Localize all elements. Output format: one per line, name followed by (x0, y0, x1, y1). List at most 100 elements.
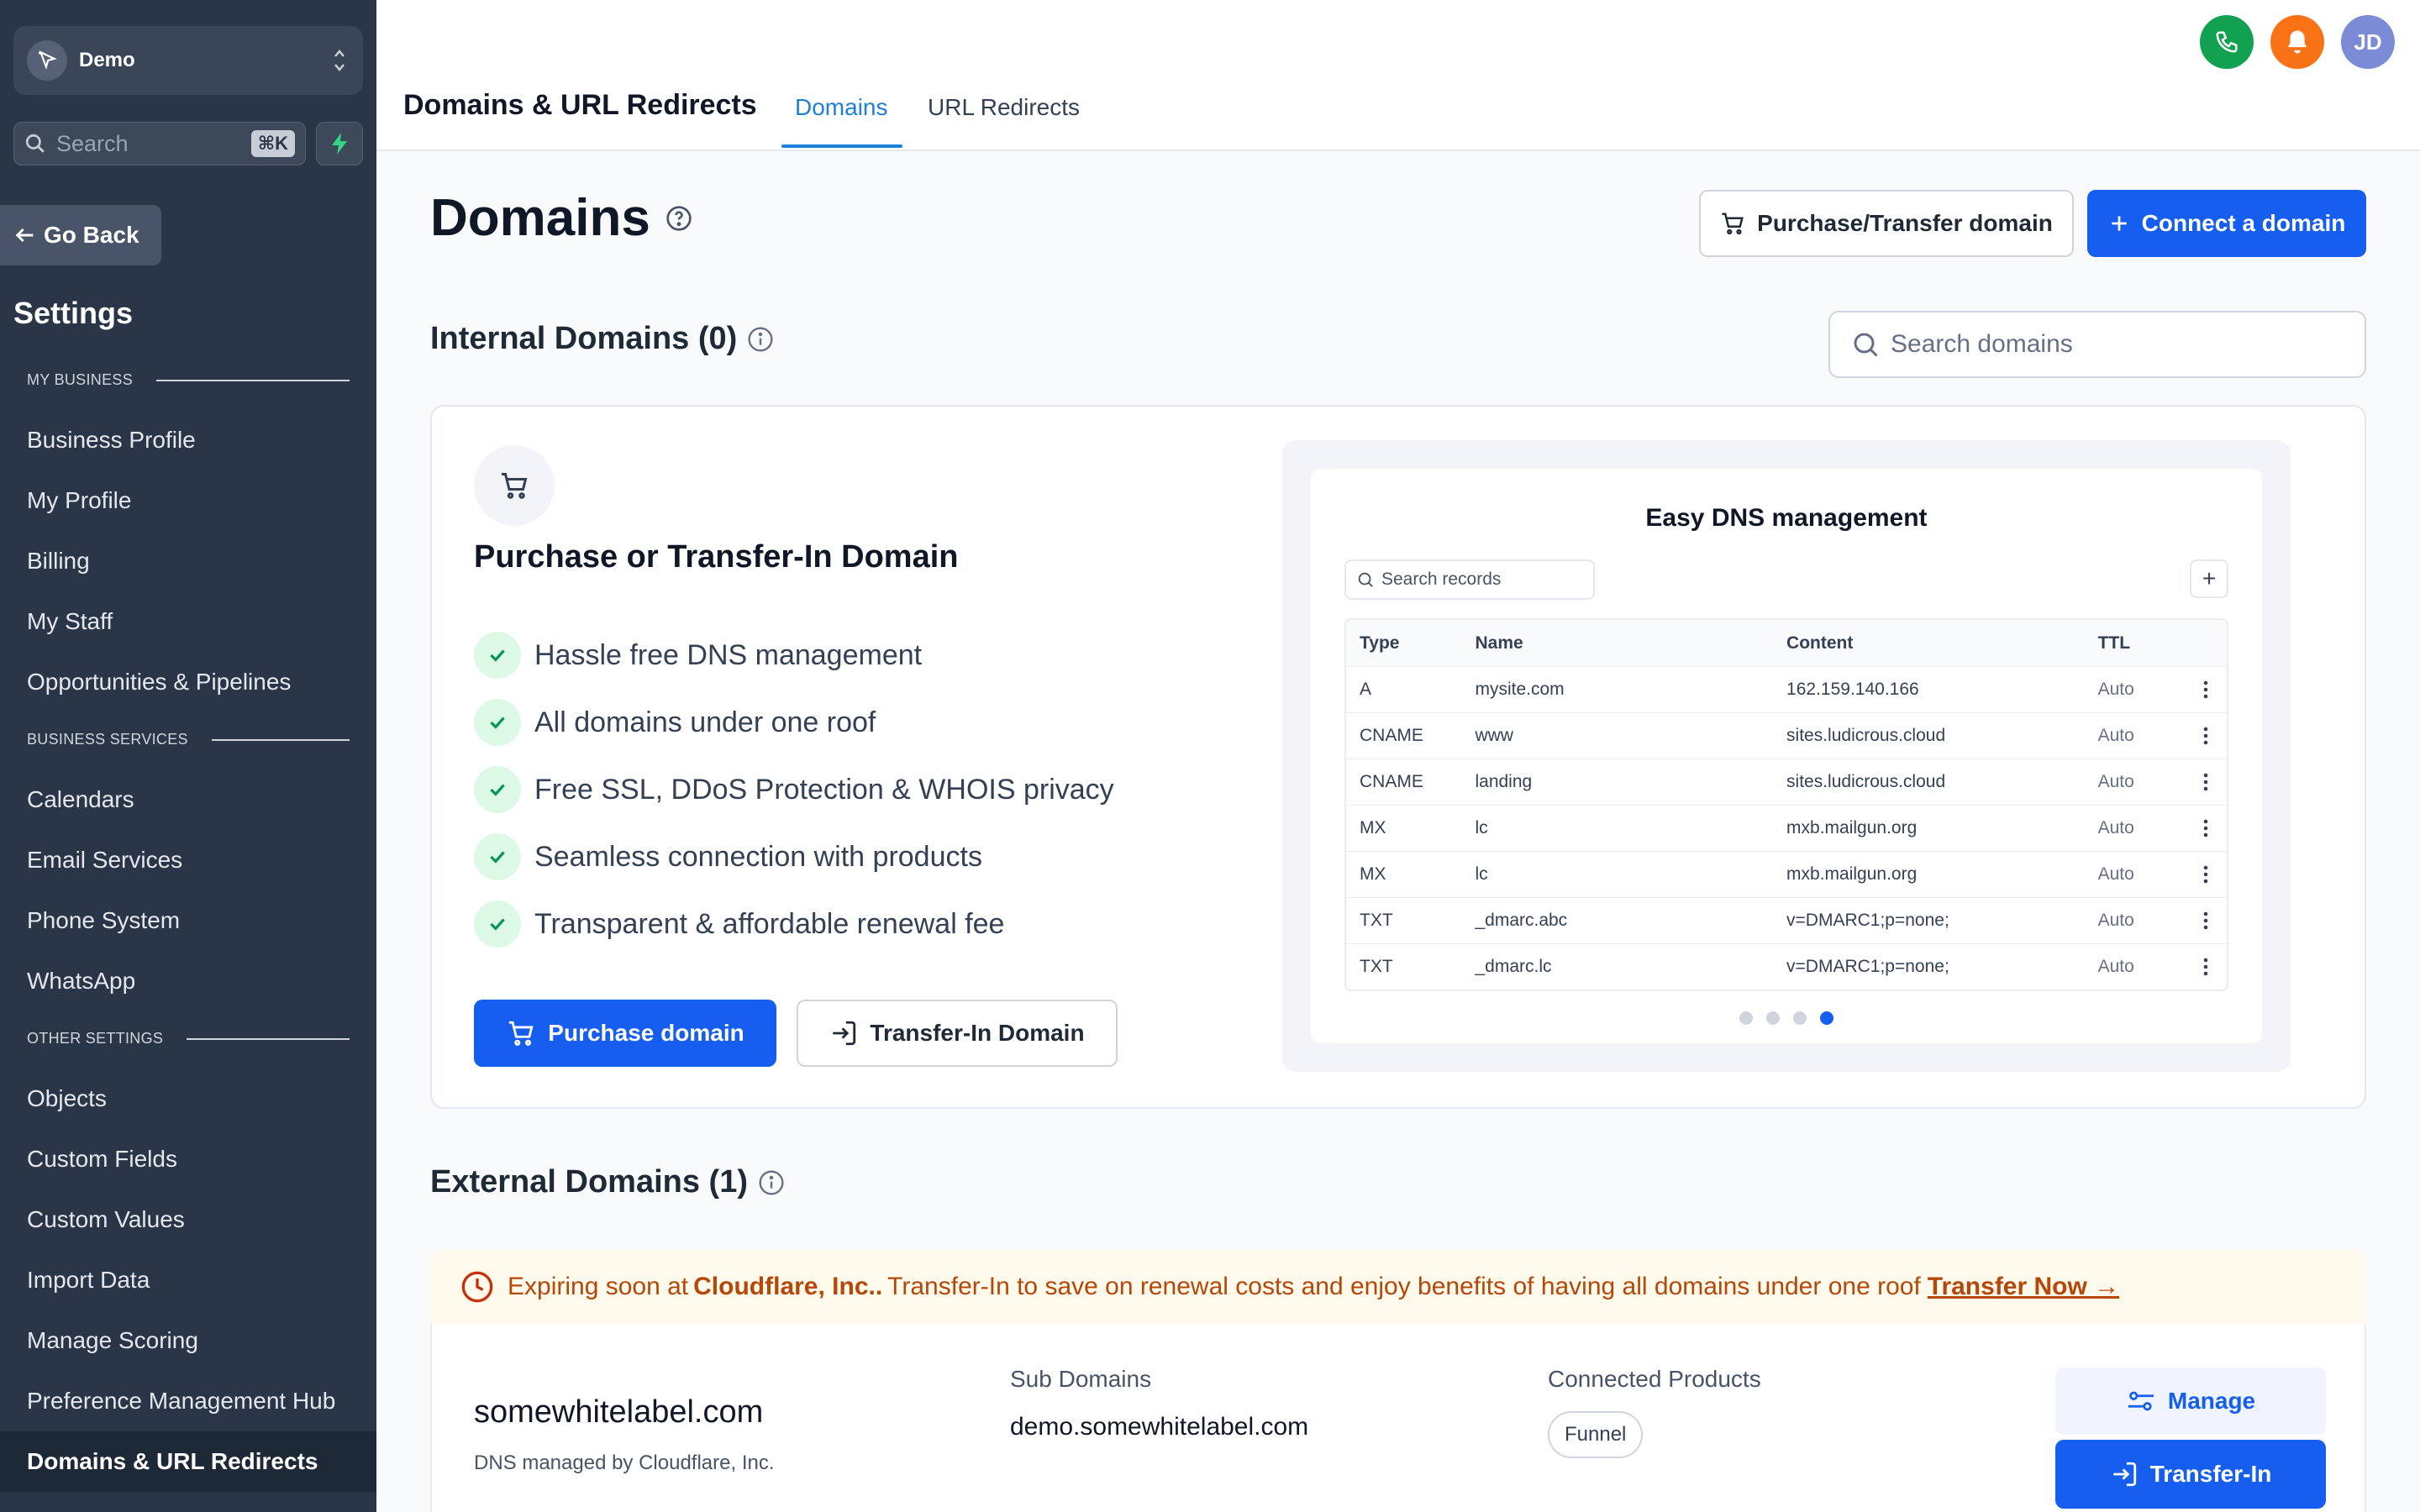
carousel-dot[interactable] (1793, 1011, 1807, 1025)
tab-url-redirects[interactable]: URL Redirects (928, 94, 1080, 121)
sidebar-item-business-profile[interactable]: Business Profile (0, 410, 376, 470)
sidebar-item-my-profile[interactable]: My Profile (0, 470, 376, 531)
search-shortcut-badge: ⌘K (250, 130, 295, 157)
sidebar-search-input[interactable]: Search ⌘K (13, 122, 306, 165)
feature-item: Hassle free DNS management (474, 632, 922, 679)
table-cell: CNAME (1360, 772, 1423, 791)
go-back-button[interactable]: Go Back (0, 205, 161, 265)
dns-preview-card: Easy DNS management Search records + Typ… (1311, 469, 2262, 1043)
promo-heading: Purchase or Transfer-In Domain (474, 539, 959, 575)
carousel-dots (1311, 1011, 2262, 1025)
location-switcher[interactable]: Demo (13, 26, 363, 95)
external-domains-label: External Domains (1) (430, 1164, 748, 1200)
table-row: TXT _dmarc.lc v=DMARC1;p=none; Auto (1346, 943, 2227, 990)
location-cursor-icon (27, 40, 67, 81)
sidebar-item-custom-values[interactable]: Custom Values (0, 1189, 376, 1250)
cart-icon (1722, 213, 1744, 235)
more-vertical-icon (2185, 772, 2227, 792)
purchase-transfer-domain-button[interactable]: Purchase/Transfer domain (1699, 190, 2074, 257)
help-icon[interactable] (666, 205, 692, 232)
table-cell: sites.ludicrous.cloud (1786, 726, 1946, 745)
search-domains-input[interactable]: Search domains (1828, 311, 2366, 378)
cart-icon (474, 445, 555, 526)
table-cell: mxb.mailgun.org (1786, 864, 1918, 884)
search-icon (1854, 333, 1878, 357)
table-cell: MX (1360, 864, 1386, 884)
connect-domain-label: Connect a domain (2141, 210, 2346, 236)
page-header-title: Domains & URL Redirects (403, 89, 757, 121)
external-domain-row: somewhitelabel.com DNS managed by Cloudf… (430, 1324, 2366, 1512)
sidebar-item-opportunities[interactable]: Opportunities & Pipelines (0, 652, 376, 712)
login-arrow-icon (833, 1021, 856, 1046)
notifications-button[interactable] (2270, 15, 2324, 69)
table-header-row: Type Name Content TTL (1346, 620, 2227, 666)
page-title: Domains (430, 188, 692, 248)
carousel-dot[interactable] (1739, 1011, 1753, 1025)
check-icon (474, 766, 521, 813)
info-icon[interactable] (758, 1169, 785, 1196)
sidebar-item-manage-scoring[interactable]: Manage Scoring (0, 1310, 376, 1371)
login-arrow-icon (2112, 1462, 2136, 1487)
table-row: MX lc mxb.mailgun.org Auto (1346, 851, 2227, 897)
table-cell: sites.ludicrous.cloud (1786, 772, 1946, 791)
sidebar-item-domains[interactable]: Domains & URL Redirects (0, 1431, 376, 1492)
feature-text: Hassle free DNS management (534, 638, 923, 671)
table-cell: Auto (2097, 772, 2134, 791)
feature-item: Seamless connection with products (474, 833, 982, 880)
column-header: Type (1360, 633, 1400, 653)
transfer-in-button[interactable]: Transfer-In (2055, 1440, 2326, 1509)
sub-domain-value: demo.somewhitelabel.com (1010, 1413, 1309, 1441)
table-cell: lc (1475, 864, 1488, 884)
feature-item: Transparent & affordable renewal fee (474, 900, 1004, 948)
purchase-domain-button[interactable]: Purchase domain (474, 1000, 776, 1067)
sidebar-item-phone-system[interactable]: Phone System (0, 890, 376, 951)
manage-label: Manage (2167, 1388, 2256, 1414)
sidebar-item-objects[interactable]: Objects (0, 1068, 376, 1129)
table-row: MX lc mxb.mailgun.org Auto (1346, 805, 2227, 851)
check-icon (474, 833, 521, 880)
table-cell: v=DMARC1;p=none; (1786, 957, 1949, 976)
section-label: OTHER SETTINGS (27, 1030, 164, 1047)
column-header: TTL (2097, 633, 2131, 653)
more-vertical-icon (2185, 726, 2227, 746)
tab-domains[interactable]: Domains (795, 94, 887, 121)
column-header: Content (1786, 633, 1854, 653)
sidebar-item-import-data[interactable]: Import Data (0, 1250, 376, 1310)
sub-domains-label: Sub Domains (1010, 1366, 1152, 1392)
section-label: BUSINESS SERVICES (27, 731, 188, 748)
sidebar-item-custom-fields[interactable]: Custom Fields (0, 1129, 376, 1189)
table-cell: _dmarc.abc (1475, 911, 1568, 930)
sidebar-item-email-services[interactable]: Email Services (0, 830, 376, 890)
section-header-other-settings: OTHER SETTINGS (27, 1030, 350, 1047)
carousel-dot[interactable] (1766, 1011, 1780, 1025)
internal-domains-label: Internal Domains (0) (430, 321, 738, 356)
info-icon[interactable] (747, 326, 774, 353)
expiring-banner: Expiring soon at Cloudflare, Inc.. Trans… (430, 1250, 2366, 1324)
sidebar-item-my-staff[interactable]: My Staff (0, 591, 376, 652)
sidebar-item-preference-hub[interactable]: Preference Management Hub (0, 1371, 376, 1431)
plus-icon: + (2190, 559, 2228, 598)
external-domain-name: somewhitelabel.com (474, 1394, 764, 1430)
sidebar-item-whatsapp[interactable]: WhatsApp (0, 951, 376, 1011)
transfer-now-link[interactable]: Transfer Now → (1928, 1273, 2119, 1301)
column-header: Name (1475, 633, 1523, 653)
dns-preview-carousel: Easy DNS management Search records + Typ… (1282, 440, 2291, 1072)
dns-records-table: Type Name Content TTL Amysite.com 162.159… (1344, 618, 2228, 991)
phone-button[interactable] (2200, 15, 2254, 69)
table-cell: Auto (2097, 818, 2134, 837)
quick-actions-button[interactable] (316, 122, 363, 165)
table-cell: Auto (2097, 680, 2134, 699)
check-icon (474, 900, 521, 948)
transfer-in-domain-button[interactable]: Transfer-In Domain (797, 1000, 1118, 1067)
settings-title: Settings (13, 296, 134, 330)
manage-button[interactable]: Manage (2055, 1368, 2326, 1435)
sidebar-item-calendars[interactable]: Calendars (0, 769, 376, 830)
user-avatar[interactable]: JD (2341, 15, 2395, 69)
cart-icon (509, 1021, 534, 1046)
banner-provider: Cloudflare, Inc.. (693, 1273, 883, 1300)
feature-item: Free SSL, DDoS Protection & WHOIS privac… (474, 766, 1114, 813)
connect-domain-button[interactable]: Connect a domain (2087, 190, 2366, 257)
sidebar-item-billing[interactable]: Billing (0, 531, 376, 591)
more-vertical-icon (2185, 864, 2227, 885)
carousel-dot[interactable] (1820, 1011, 1833, 1025)
